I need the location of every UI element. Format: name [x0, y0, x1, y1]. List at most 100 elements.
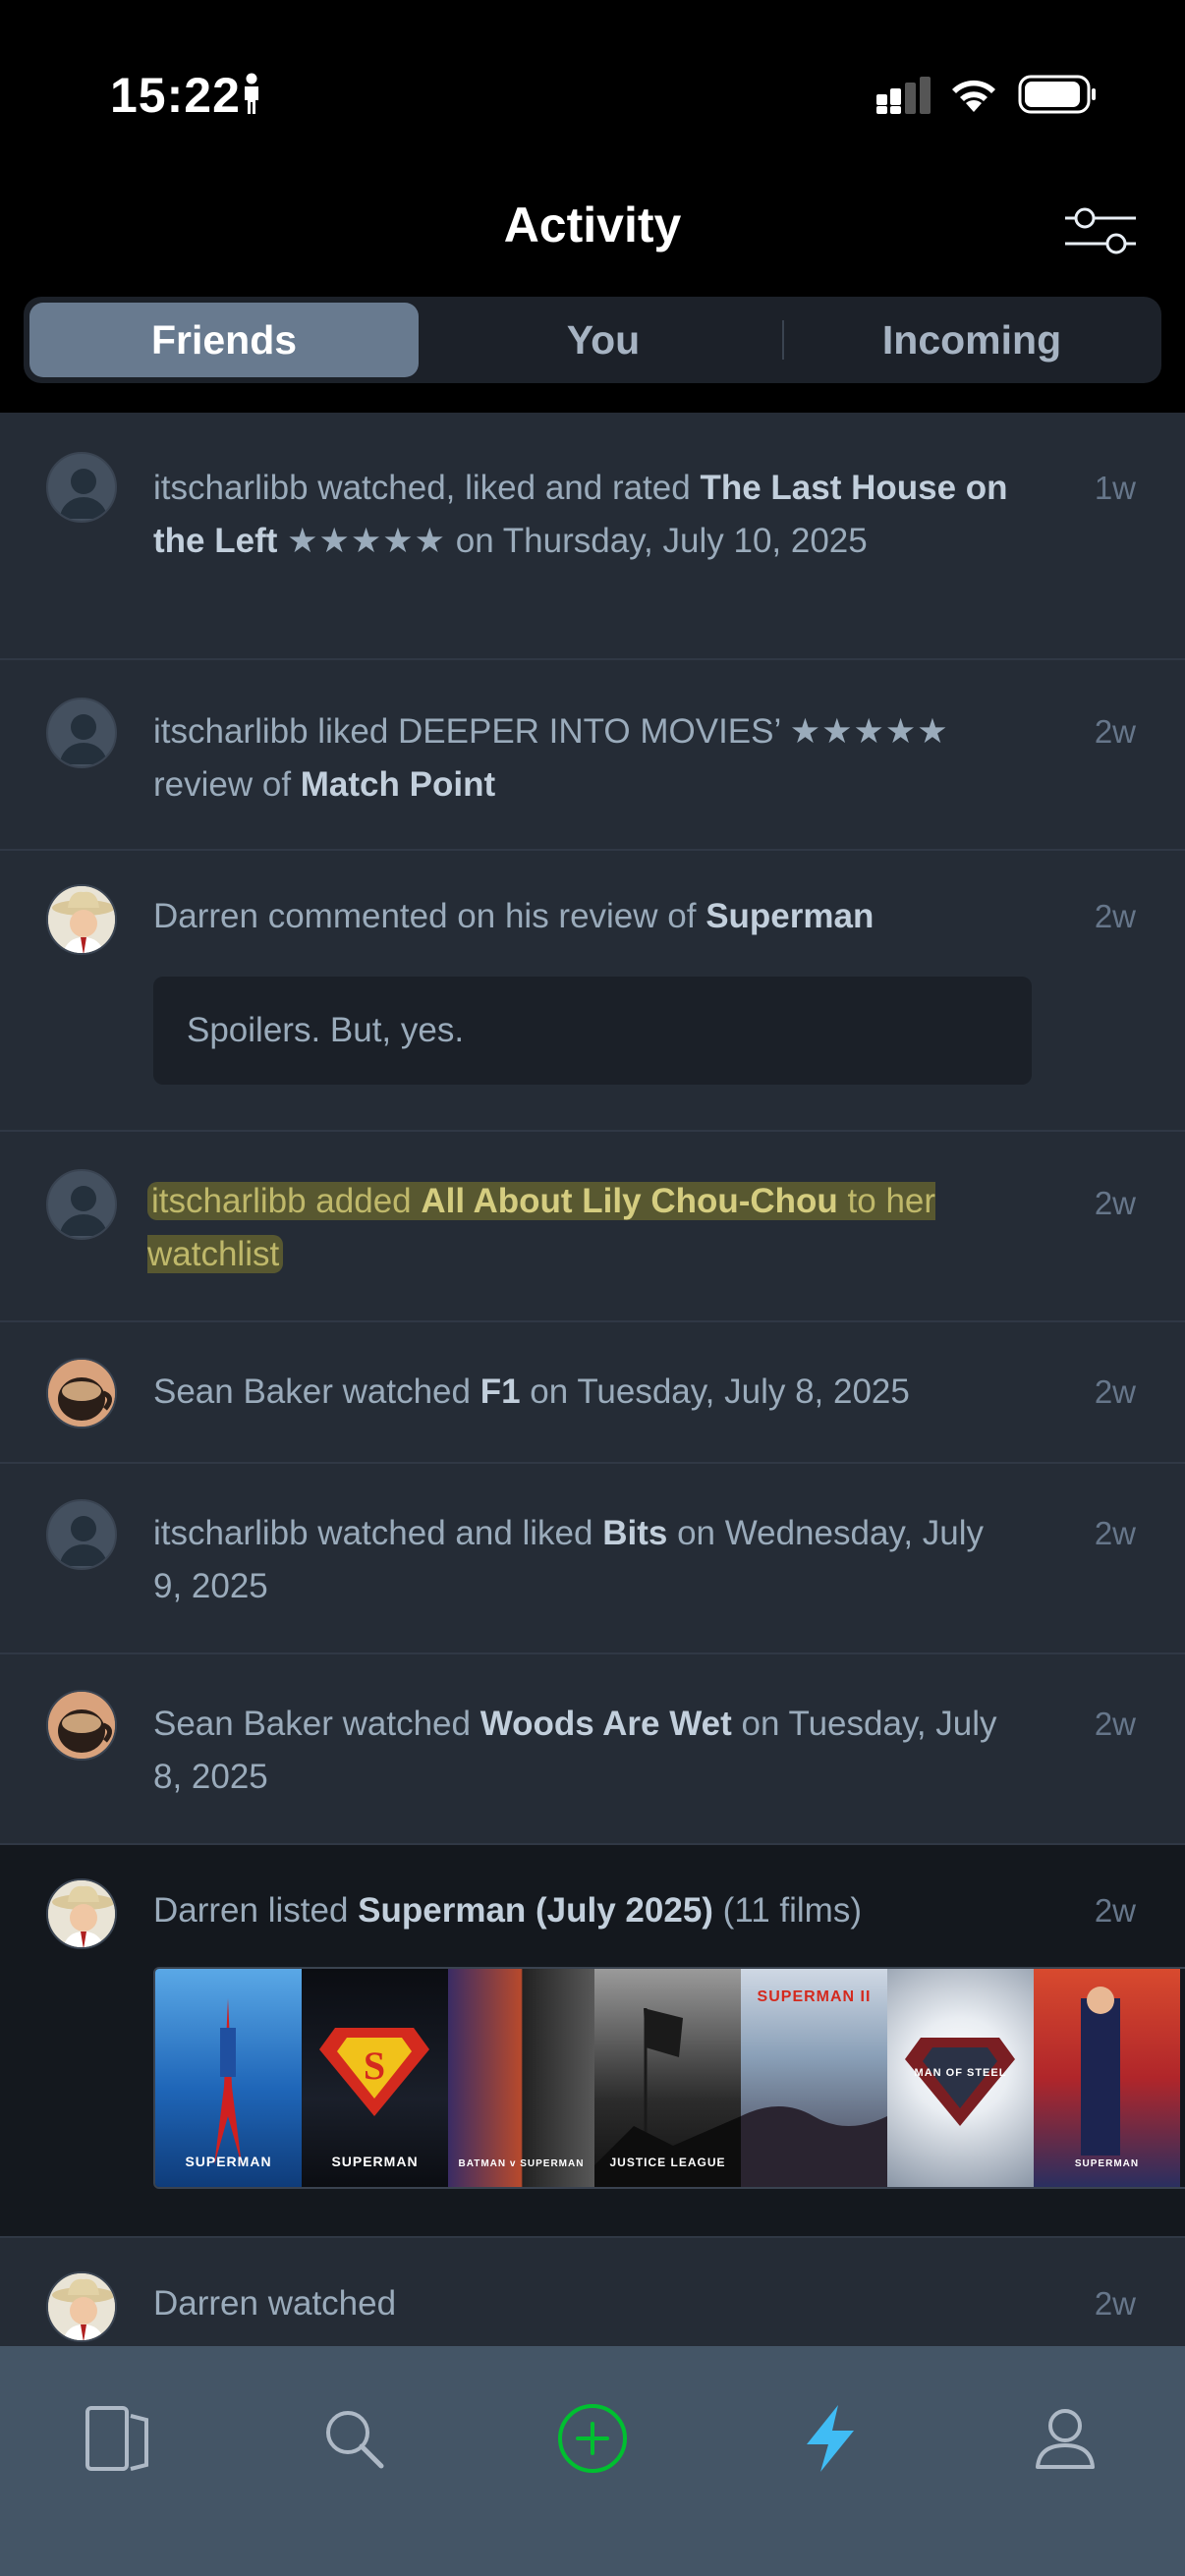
status-bar: 15:22 — [0, 0, 1185, 187]
poster[interactable]: BATMAN v SUPERMAN — [448, 1969, 594, 2187]
film-title[interactable]: Superman — [705, 897, 874, 935]
username[interactable]: itscharlibb — [153, 469, 309, 507]
poster-title: MAN OF STEEL — [914, 2067, 1007, 2079]
film-title[interactable]: F1 — [480, 1372, 521, 1411]
activity-item[interactable]: Darren commented on his review of Superm… — [0, 851, 1185, 1132]
battery-icon — [1018, 75, 1096, 114]
poster-title: JUSTICE LEAGUE — [609, 2156, 726, 2169]
time-ago: 2w — [1094, 2285, 1136, 2322]
coffee-cup-avatar-icon — [48, 1692, 115, 1759]
poster[interactable]: SUPERMAN — [155, 1969, 302, 2187]
activity-text[interactable]: itscharlibb added All About Lily Chou-Ch… — [147, 1175, 1012, 1281]
activity-item[interactable]: itscharlibb added All About Lily Chou-Ch… — [0, 1132, 1185, 1322]
activity-verb: watched — [332, 1705, 480, 1743]
wifi-icon — [952, 80, 995, 112]
avatar[interactable] — [46, 1690, 117, 1761]
activity-item[interactable]: Sean Baker watched F1 on Tuesday, July 8… — [0, 1322, 1185, 1464]
poster[interactable]: S SUPERMAN — [302, 1969, 448, 2187]
poster-title: SUPERMAN — [185, 2154, 272, 2169]
comment-preview[interactable]: Spoilers. But, yes. — [153, 977, 1032, 1085]
add-icon — [558, 2404, 627, 2473]
time-ago: 2w — [1094, 1515, 1136, 1551]
activity-verb: watched — [332, 1372, 480, 1411]
poster[interactable]: SUPERMAN — [1034, 1969, 1180, 2187]
tab-search[interactable] — [314, 2399, 393, 2478]
avatar[interactable] — [46, 1358, 117, 1428]
activity-text[interactable]: Darren listed Superman (July 2025) (11 f… — [153, 1884, 1018, 1937]
activity-text[interactable]: Darren commented on his review of Superm… — [153, 890, 1018, 943]
list-count: (11 films) — [712, 1891, 862, 1930]
activity-text[interactable]: Darren watched — [153, 2277, 1018, 2330]
tab-profile[interactable] — [1026, 2399, 1104, 2478]
poster[interactable]: SUPERMAN II — [741, 1969, 887, 2187]
activity-text[interactable]: Sean Baker watched F1 on Tuesday, July 8… — [153, 1366, 1018, 1419]
time-ago: 2w — [1094, 1706, 1136, 1742]
tab-films[interactable] — [79, 2399, 157, 2478]
username[interactable]: Darren — [153, 1891, 258, 1930]
poster[interactable]: MAN OF STEEL — [887, 1969, 1034, 2187]
filter-settings-icon[interactable] — [1061, 202, 1140, 261]
activity-text[interactable]: itscharlibb watched and liked Bits on We… — [153, 1507, 1018, 1613]
list-title[interactable]: Superman (July 2025) — [358, 1891, 713, 1930]
highlight-marker: itscharlibb added All About Lily Chou-Ch… — [147, 1182, 936, 1273]
time-ago: 2w — [1094, 1892, 1136, 1929]
film-title[interactable]: Bits — [602, 1514, 667, 1552]
activity-date: on Tuesday, July 8, 2025 — [520, 1372, 910, 1411]
username[interactable]: Darren — [153, 897, 258, 935]
activity-text[interactable]: itscharlibb watched, liked and rated The… — [153, 462, 1018, 568]
avatar[interactable] — [46, 2271, 117, 2342]
avatar[interactable] — [46, 1169, 117, 1240]
activity-filter-tabs: Friends You Incoming — [24, 297, 1161, 383]
avatar[interactable] — [46, 698, 117, 768]
activity-feed[interactable]: itscharlibb watched, liked and rated The… — [0, 413, 1185, 2346]
time-ago: 2w — [1094, 898, 1136, 934]
username[interactable]: itscharlibb — [151, 1182, 307, 1220]
film-title[interactable]: All About Lily Chou-Chou — [421, 1182, 837, 1220]
default-avatar-icon — [60, 1516, 107, 1566]
activity-item[interactable]: itscharlibb liked DEEPER INTO MOVIES’ ★★… — [0, 660, 1185, 851]
justice-league-art — [594, 2008, 741, 2187]
activity-text[interactable]: Sean Baker watched Woods Are Wet on Tues… — [153, 1698, 1018, 1804]
films-icon — [85, 2406, 148, 2471]
activity-item[interactable]: Sean Baker watched Woods Are Wet on Tues… — [0, 1654, 1185, 1845]
list-poster-strip[interactable]: SUPERMAN S SUPERMAN BATMAN v SUPERMAN JU… — [153, 1967, 1185, 2189]
activity-verb: watched, liked and rated — [308, 469, 701, 507]
poster[interactable]: JUSTICE LEAGUE — [594, 1969, 741, 2187]
tab-activity[interactable] — [791, 2399, 870, 2478]
avatar[interactable] — [46, 884, 117, 955]
superman-2025-art — [1081, 1987, 1120, 2156]
poster-title: SUPERMAN II — [757, 1988, 872, 2005]
activity-date: on Thursday, July 10, 2025 — [446, 522, 868, 560]
username[interactable]: Sean Baker — [153, 1705, 333, 1743]
default-avatar-icon — [60, 714, 107, 764]
signal-icon — [876, 77, 931, 114]
time-ago: 2w — [1094, 1373, 1136, 1410]
activity-item[interactable]: itscharlibb watched and liked Bits on We… — [0, 1464, 1185, 1654]
film-title[interactable]: Match Point — [301, 765, 495, 804]
username[interactable]: itscharlibb — [153, 712, 309, 751]
username[interactable]: itscharlibb — [153, 1514, 309, 1552]
activity-text[interactable]: itscharlibb liked DEEPER INTO MOVIES’ ★★… — [153, 705, 1018, 812]
activity-verb: added — [306, 1182, 422, 1220]
tab-incoming[interactable]: Incoming — [788, 303, 1156, 377]
person-icon — [245, 73, 258, 114]
poster-title: BATMAN v SUPERMAN — [458, 2158, 585, 2169]
time-ago: 2w — [1094, 1185, 1136, 1221]
film-title[interactable]: Woods Are Wet — [480, 1705, 732, 1743]
avatar[interactable] — [46, 1878, 117, 1949]
avatar[interactable] — [46, 1499, 117, 1570]
time-ago: 2w — [1094, 713, 1136, 750]
svg-text:S: S — [364, 2044, 385, 2088]
tab-you[interactable]: You — [419, 303, 788, 377]
avatar[interactable] — [46, 452, 117, 523]
profile-icon — [1036, 2409, 1095, 2469]
activity-item-list[interactable]: Darren listed Superman (July 2025) (11 f… — [0, 1845, 1185, 2238]
activity-verb: liked DEEPER INTO MOVIES’ — [308, 712, 790, 751]
tab-add[interactable] — [553, 2399, 632, 2478]
username[interactable]: Darren — [153, 2284, 258, 2323]
status-time: 15:22 — [110, 68, 241, 123]
tab-friends[interactable]: Friends — [29, 303, 419, 377]
activity-item[interactable]: Darren watched 2w — [0, 2238, 1185, 2346]
activity-item[interactable]: itscharlibb watched, liked and rated The… — [0, 413, 1185, 660]
username[interactable]: Sean Baker — [153, 1372, 333, 1411]
